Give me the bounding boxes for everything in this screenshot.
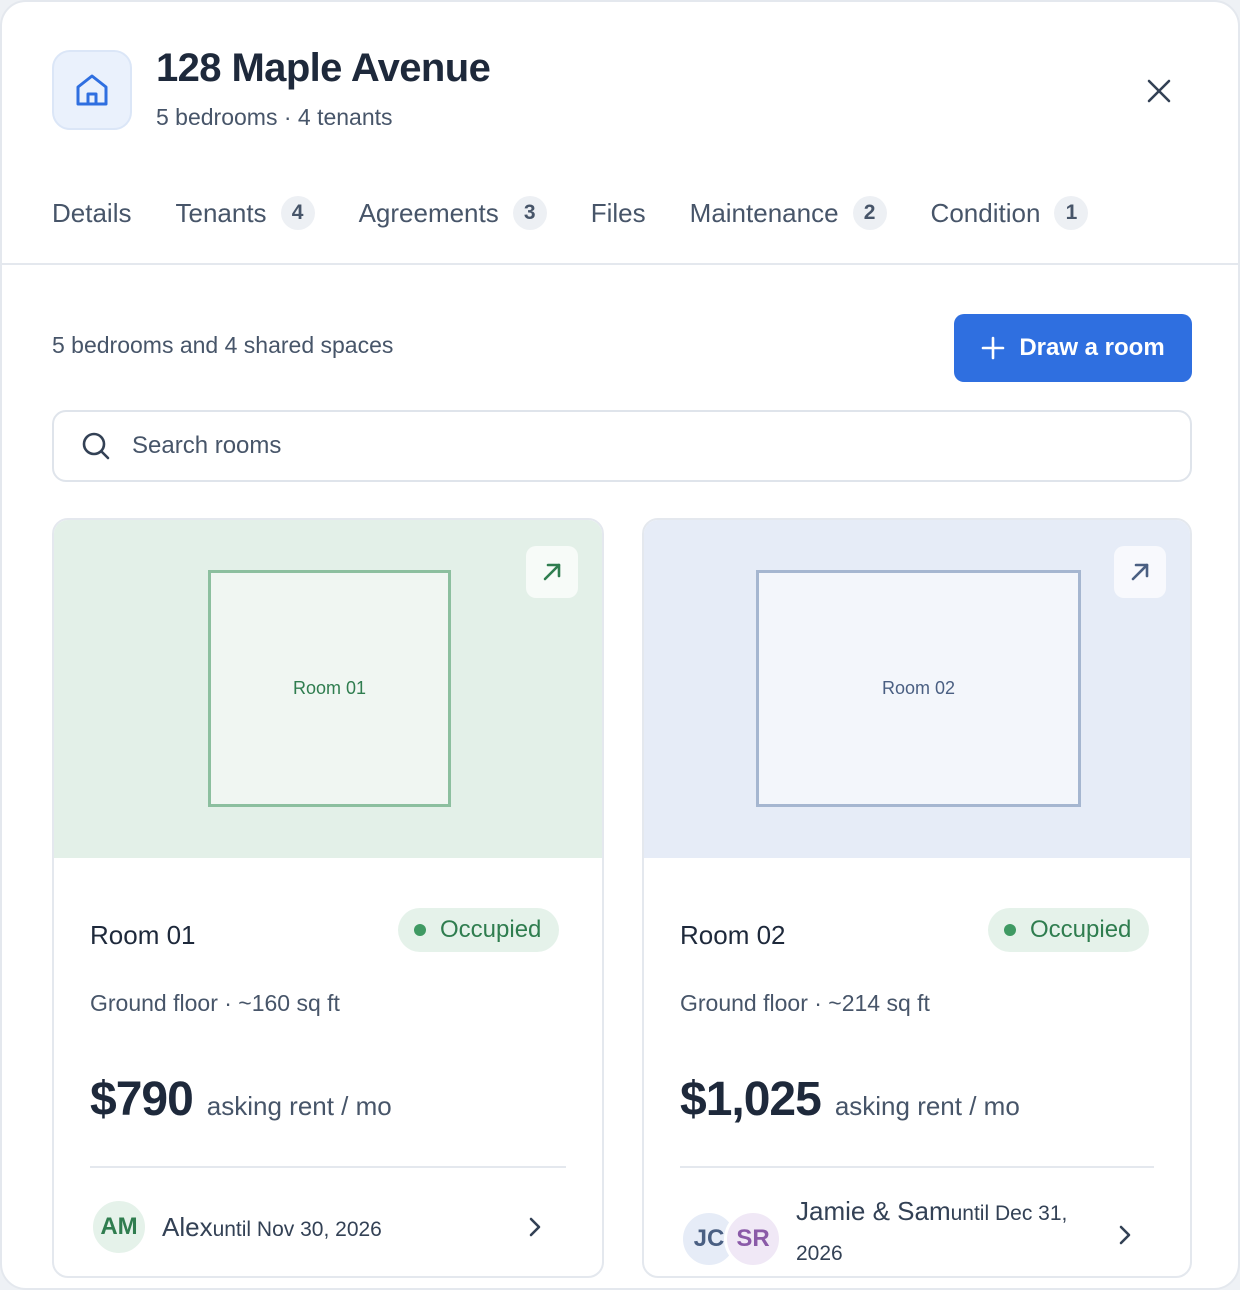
room-name: Room 02: [680, 920, 786, 950]
status-dot: [1004, 924, 1016, 936]
status-badge: Occupied: [988, 908, 1150, 952]
rent-row: $1,025 asking rent / mo: [680, 1072, 1020, 1127]
close-button[interactable]: [1134, 66, 1184, 116]
rent-label: asking rent / mo: [834, 1091, 1020, 1121]
room-floorplan: Room 01: [54, 520, 602, 858]
close-icon: [1147, 79, 1171, 103]
tab-label: Tenants: [175, 197, 267, 228]
arrow-up-right-icon: [1131, 563, 1149, 581]
tab-label: Maintenance: [689, 197, 839, 228]
card-divider: [90, 1166, 566, 1168]
draw-room-label: Draw a room: [1019, 334, 1165, 361]
property-panel: 128 Maple Avenue 5 bedrooms · 4 tenants …: [0, 0, 1240, 1290]
tab-condition[interactable]: Condition 1: [931, 196, 1089, 230]
chevron-right-icon[interactable]: [520, 1212, 550, 1242]
status-label: Occupied: [1030, 916, 1132, 943]
tab-label: Agreements: [358, 197, 499, 228]
tab-label: Files: [590, 197, 646, 228]
tab-count-badge: 4: [280, 196, 315, 230]
avatar: AM: [90, 1198, 148, 1256]
tab-count-badge: 2: [852, 196, 887, 230]
tenant-name: Alex: [162, 1211, 213, 1242]
tab-count-badge: 1: [1054, 196, 1089, 230]
tab-bar: Details Tenants 4 Agreements 3 Files Mai…: [52, 190, 1132, 236]
room-meta: Ground floor · ~214 sq ft: [680, 990, 930, 1016]
status-badge: Occupied: [398, 908, 560, 952]
tenant-until: until Nov 30, 2026: [212, 1217, 382, 1241]
search-icon: [80, 430, 112, 462]
expand-button[interactable]: [1114, 546, 1166, 598]
tenant-row[interactable]: JC SR Jamie & Samuntil Dec 31, 2026: [680, 1196, 1086, 1275]
home-icon: [52, 50, 132, 130]
room-plan-shape[interactable]: Room 01: [208, 570, 451, 807]
tab-files[interactable]: Files: [591, 198, 646, 229]
status-label: Occupied: [440, 916, 542, 943]
tab-tenants[interactable]: Tenants 4: [175, 196, 315, 230]
chevron-right-icon[interactable]: [1110, 1220, 1140, 1250]
rent-row: $790 asking rent / mo: [90, 1072, 392, 1127]
room-name: Room 01: [90, 920, 196, 950]
rent-amount: $1,025: [680, 1073, 822, 1126]
room-floorplan: Room 02: [644, 520, 1190, 858]
room-plan-label: Room 02: [881, 678, 956, 698]
room-card[interactable]: Room 01 Room 01 Occupied Ground floor · …: [52, 518, 604, 1278]
tenant-text: Alexuntil Nov 30, 2026: [162, 1212, 382, 1243]
status-dot: [414, 924, 426, 936]
tenant-name: Jamie & Sam: [796, 1196, 951, 1226]
tab-count-badge: 3: [512, 196, 547, 230]
arrow-up-right-icon: [543, 563, 561, 581]
rent-amount: $790: [90, 1073, 194, 1126]
tab-maintenance[interactable]: Maintenance 2: [690, 196, 887, 230]
room-card[interactable]: Room 02 Room 02 Occupied Ground floor · …: [642, 518, 1192, 1278]
tenant-text: Jamie & Samuntil Dec 31, 2026: [796, 1192, 1086, 1275]
property-title: 128 Maple Avenue: [156, 46, 491, 90]
tab-details[interactable]: Details: [52, 198, 131, 229]
search-box: [52, 410, 1192, 482]
plus-icon: [982, 336, 1005, 360]
tab-label: Condition: [930, 197, 1041, 228]
expand-button[interactable]: [526, 546, 578, 598]
rooms-summary: 5 bedrooms and 4 shared spaces: [52, 332, 394, 358]
draw-room-button[interactable]: Draw a room: [954, 314, 1192, 382]
avatar: SR: [724, 1209, 782, 1268]
room-plan-label: Room 01: [292, 678, 367, 698]
tab-agreements[interactable]: Agreements 3: [359, 196, 547, 230]
room-meta: Ground floor · ~160 sq ft: [90, 990, 340, 1016]
panel-header: 128 Maple Avenue 5 bedrooms · 4 tenants: [2, 2, 1238, 172]
tab-label: Details: [52, 197, 132, 228]
tenant-row[interactable]: AM Alexuntil Nov 30, 2026: [90, 1198, 382, 1256]
property-subtitle: 5 bedrooms · 4 tenants: [156, 104, 393, 130]
rent-label: asking rent / mo: [206, 1091, 392, 1121]
search-input[interactable]: [132, 432, 1132, 460]
card-divider: [680, 1166, 1154, 1168]
tabs-divider: [2, 263, 1238, 265]
room-plan-shape[interactable]: Room 02: [756, 570, 1081, 807]
